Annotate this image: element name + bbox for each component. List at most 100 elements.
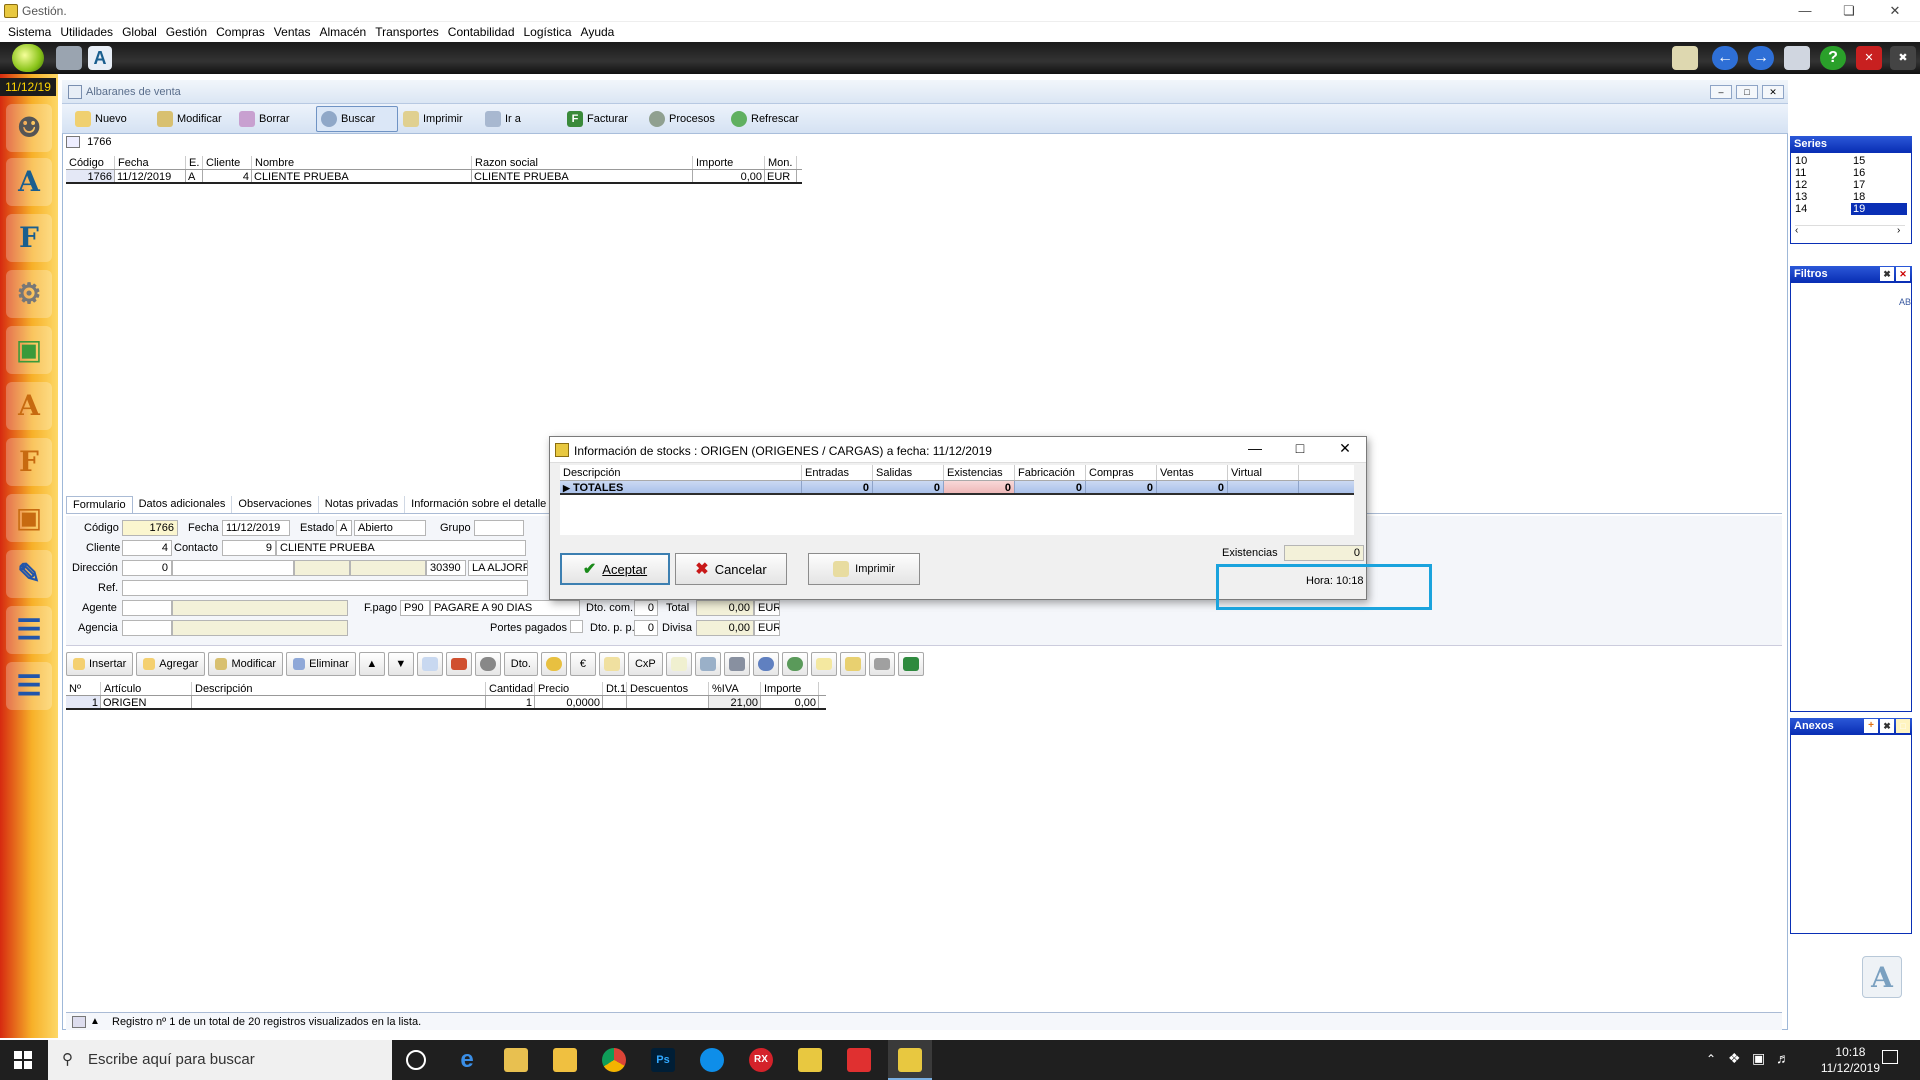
- col-codigo[interactable]: Código: [66, 156, 115, 169]
- series-item[interactable]: 15: [1853, 155, 1865, 167]
- back-arrow-icon[interactable]: ←: [1712, 46, 1738, 70]
- ledger-icon[interactable]: ☰: [6, 662, 52, 710]
- contacto-field[interactable]: 9: [222, 540, 276, 556]
- anexos-add-icon[interactable]: +: [1864, 719, 1878, 733]
- modificar-line-button[interactable]: Modificar: [208, 652, 284, 676]
- menu-utilidades[interactable]: Utilidades: [56, 22, 118, 39]
- imprimir-dialog-button[interactable]: Imprimir: [808, 553, 920, 585]
- agente-name-field[interactable]: [172, 600, 348, 616]
- col-importe[interactable]: Importe: [693, 156, 765, 169]
- explorer-icon[interactable]: [553, 1048, 577, 1072]
- col-moneda[interactable]: Mon.: [765, 156, 797, 169]
- series-item[interactable]: 13: [1795, 191, 1807, 203]
- menu-compras[interactable]: Compras: [212, 22, 270, 39]
- series-item[interactable]: 10: [1795, 155, 1807, 167]
- col-nombre[interactable]: Nombre: [252, 156, 472, 169]
- direccion-text-field[interactable]: [172, 560, 294, 576]
- col-dt1[interactable]: Dt.1: [603, 682, 627, 695]
- nuevo-button[interactable]: Nuevo: [70, 106, 152, 132]
- restore-icon[interactable]: ❏: [1826, 0, 1872, 22]
- col-articulo[interactable]: Artículo: [101, 682, 192, 695]
- tab-datos-adicionales[interactable]: Datos adicionales: [133, 496, 233, 513]
- col-iva[interactable]: %IVA: [709, 682, 761, 695]
- chart-icon[interactable]: [694, 652, 721, 676]
- agencia-name-field[interactable]: [172, 620, 348, 636]
- table-row[interactable]: 1 ORIGEN 1 0,0000 21,00 0,00: [66, 696, 826, 710]
- aceptar-button[interactable]: ✔ Aceptar: [560, 553, 670, 585]
- orb-icon[interactable]: [752, 652, 779, 676]
- fpago-field[interactable]: PAGARE A 90 DIAS: [430, 600, 580, 616]
- mail-icon[interactable]: [1672, 46, 1698, 70]
- dto-button[interactable]: Dto.: [503, 652, 538, 676]
- modificar-button[interactable]: Modificar: [152, 106, 234, 132]
- col-ventas[interactable]: Ventas: [1157, 465, 1228, 480]
- series-item[interactable]: 16: [1853, 167, 1865, 179]
- cxp-button[interactable]: CxP: [627, 652, 663, 676]
- filtros-close-icon[interactable]: ✕: [1896, 267, 1910, 281]
- minimize-icon[interactable]: —: [1782, 0, 1828, 22]
- col-stock-descripcion[interactable]: Descripción: [560, 465, 802, 480]
- ir-a-button[interactable]: Ir a: [480, 106, 562, 132]
- purchase-f-icon[interactable]: F: [6, 438, 52, 486]
- mdi-close-icon[interactable]: ✕: [1762, 85, 1784, 99]
- help-icon[interactable]: ?: [1820, 46, 1846, 70]
- col-estado[interactable]: E.: [186, 156, 203, 169]
- col-cantidad[interactable]: Cantidad: [486, 682, 535, 695]
- col-compras[interactable]: Compras: [1086, 465, 1157, 480]
- books-icon[interactable]: [445, 652, 472, 676]
- poblacion-field[interactable]: LA ALJORRA: [468, 560, 528, 576]
- green-bag-icon[interactable]: ▣: [6, 326, 52, 374]
- insertar-button[interactable]: Insertar: [66, 652, 134, 676]
- tab-formulario[interactable]: Formulario: [66, 496, 133, 513]
- box-icon[interactable]: [868, 652, 895, 676]
- buscar-button[interactable]: Buscar: [316, 106, 398, 132]
- taskbar-clock[interactable]: 10:18 11/12/2019: [1821, 1044, 1880, 1076]
- col-cliente[interactable]: Cliente: [203, 156, 252, 169]
- app-folder-icon[interactable]: [504, 1048, 528, 1072]
- network-tray-icon[interactable]: ▣: [1752, 1050, 1765, 1067]
- procesos-button[interactable]: Procesos: [644, 106, 726, 132]
- facturar-button[interactable]: F Facturar: [562, 106, 644, 132]
- col-salidas[interactable]: Salidas: [873, 465, 944, 480]
- cortana-icon[interactable]: [406, 1050, 426, 1070]
- series-item-selected[interactable]: 19: [1851, 203, 1907, 215]
- col-descuentos[interactable]: Descuentos: [627, 682, 709, 695]
- windows-list-icon[interactable]: [1784, 46, 1810, 70]
- dialog-maximize-icon[interactable]: □: [1285, 440, 1315, 456]
- agregar-button[interactable]: Agregar: [136, 652, 206, 676]
- menu-logistica[interactable]: Logística: [520, 22, 577, 39]
- anydesk-icon[interactable]: [847, 1048, 871, 1072]
- scroll-left-icon[interactable]: ‹: [1795, 225, 1798, 237]
- dialog-close-icon[interactable]: ✕: [1330, 440, 1360, 457]
- menu-sistema[interactable]: Sistema: [4, 22, 56, 39]
- portes-checkbox[interactable]: [570, 620, 583, 633]
- col-precio[interactable]: Precio: [535, 682, 603, 695]
- move-down-icon[interactable]: ▼: [387, 652, 414, 676]
- contacto-name-field[interactable]: CLIENTE PRUEBA: [276, 540, 526, 556]
- dtocom-field[interactable]: 0: [634, 600, 658, 616]
- tab-observaciones[interactable]: Observaciones: [232, 496, 319, 513]
- purchase-a-icon[interactable]: A: [6, 382, 52, 430]
- col-razon-social[interactable]: Razon social: [472, 156, 693, 169]
- excel-icon[interactable]: [897, 652, 924, 676]
- attach-icon[interactable]: [839, 652, 866, 676]
- col-virtual[interactable]: Virtual: [1228, 465, 1299, 480]
- imprimir-button[interactable]: Imprimir: [398, 106, 480, 132]
- filtros-pin-icon[interactable]: ✖: [1880, 267, 1894, 281]
- menu-gestion[interactable]: Gestión: [162, 22, 212, 39]
- fecha-field[interactable]: 11/12/2019: [222, 520, 290, 536]
- col-importe-linea[interactable]: Importe: [761, 682, 819, 695]
- col-entradas[interactable]: Entradas: [802, 465, 873, 480]
- anexos-remove-icon[interactable]: ✖: [1880, 719, 1894, 733]
- direccion-extra2-field[interactable]: [350, 560, 426, 576]
- anexos-folder-icon[interactable]: □: [1896, 719, 1910, 733]
- col-numero[interactable]: Nº: [66, 682, 101, 695]
- stock-totals-row[interactable]: ▶ TOTALES 0 0 0 0 0 0: [560, 481, 1354, 495]
- scroll-right-icon[interactable]: ›: [1897, 225, 1900, 237]
- contacts-icon[interactable]: ☻: [6, 104, 52, 152]
- series-scrollbar[interactable]: [1795, 225, 1905, 239]
- edit-pencil-icon[interactable]: ✎: [6, 550, 52, 598]
- edge-icon[interactable]: e: [455, 1048, 479, 1072]
- close-icon[interactable]: ✕: [1872, 0, 1918, 22]
- mdi-maximize-icon[interactable]: □: [1736, 85, 1758, 99]
